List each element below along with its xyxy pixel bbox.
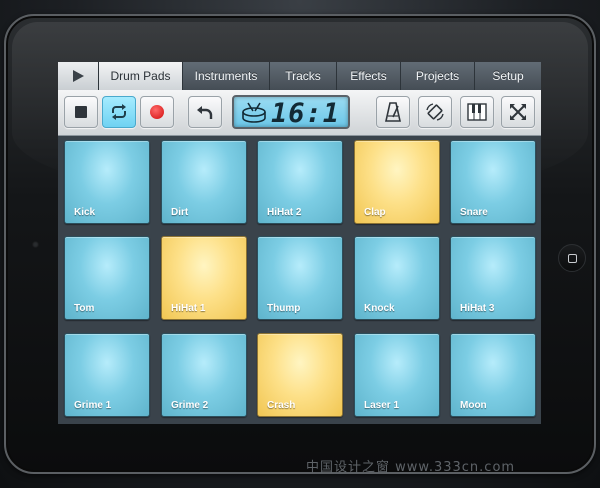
drum-pad-grid: Kick Dirt HiHat 2 Clap Snare Tom HiHat 1 Thump K… [58,137,541,424]
undo-button[interactable] [188,96,222,128]
metronome-icon [385,102,401,122]
drum-pad-label: Crash [267,400,296,411]
drum-pad-label: HiHat 1 [171,303,206,314]
drum-pad-label: Tom [74,303,95,314]
app-screen: Drum Pads Instruments Tracks Effects Pro… [58,62,541,424]
drum-pad[interactable]: Thump [257,236,343,320]
metronome-button[interactable] [376,96,410,128]
drum-pad-label: Dirt [171,207,189,218]
watermark-text: 中国设计之窗 www.333cn.com [306,460,516,475]
drum-pad[interactable]: Grime 2 [161,333,247,417]
tab-bar: Drum Pads Instruments Tracks Effects Pro… [58,62,541,90]
drum-pad[interactable]: Tom [64,236,150,320]
tab-label: Projects [415,69,460,83]
drum-pad[interactable]: HiHat 3 [450,236,536,320]
drum-pad-label: Snare [460,207,488,218]
drum-pad[interactable]: Knock [354,236,440,320]
drum-pad-label: HiHat 2 [267,207,302,218]
drum-pad[interactable]: Grime 1 [64,333,150,417]
tab-label: Instruments [194,69,258,83]
tab-drum-pads[interactable]: Drum Pads [99,62,183,90]
stop-button[interactable] [64,96,98,128]
drum-pad-label: Grime 1 [74,400,112,411]
fullscreen-icon [510,104,526,120]
rotate-button[interactable] [418,96,452,128]
tab-label: Tracks [285,69,321,83]
tab-label: Drum Pads [110,69,171,83]
undo-icon [197,106,213,119]
play-button[interactable] [58,62,99,90]
record-icon [150,105,164,119]
drum-pad-label: Thump [267,303,301,314]
drum-pad-label: Kick [74,207,96,218]
tab-label: Setup [492,69,524,83]
rotate-icon [426,103,444,121]
drum-pad[interactable]: Crash [257,333,343,417]
transport-toolbar: 16:1 [58,90,541,136]
loop-button[interactable] [102,96,136,128]
tab-label: Effects [350,69,387,83]
position-display: 16:1 [232,95,350,129]
loop-icon [112,104,126,120]
stop-icon [75,106,87,118]
tab-setup[interactable]: Setup [475,62,541,90]
tab-projects[interactable]: Projects [401,62,475,90]
drum-pad[interactable]: HiHat 1 [161,236,247,320]
camera-dot [32,241,39,248]
drum-pad-label: Clap [364,207,386,218]
tab-instruments[interactable]: Instruments [183,62,270,90]
tab-effects[interactable]: Effects [337,62,401,90]
drum-icon [242,102,266,123]
drum-pad-label: Knock [364,303,395,314]
record-button[interactable] [140,96,174,128]
drum-pad-label: Grime 2 [171,400,209,411]
position-readout: 16:1 [270,98,340,129]
piano-icon [467,103,487,121]
drum-pad[interactable]: Moon [450,333,536,417]
drum-pad-label: HiHat 3 [460,303,495,314]
play-icon [72,70,84,82]
tab-tracks[interactable]: Tracks [270,62,337,90]
home-square-icon [567,253,577,263]
drum-pad[interactable]: Kick [64,140,150,224]
drum-pad[interactable]: Dirt [161,140,247,224]
drum-pad[interactable]: Clap [354,140,440,224]
home-button[interactable] [558,244,586,272]
piano-button[interactable] [460,96,494,128]
drum-pad[interactable]: Snare [450,140,536,224]
fullscreen-button[interactable] [501,96,535,128]
drum-pad[interactable]: Laser 1 [354,333,440,417]
drum-pad-label: Moon [460,400,487,411]
drum-pad[interactable]: HiHat 2 [257,140,343,224]
drum-pad-label: Laser 1 [364,400,400,411]
